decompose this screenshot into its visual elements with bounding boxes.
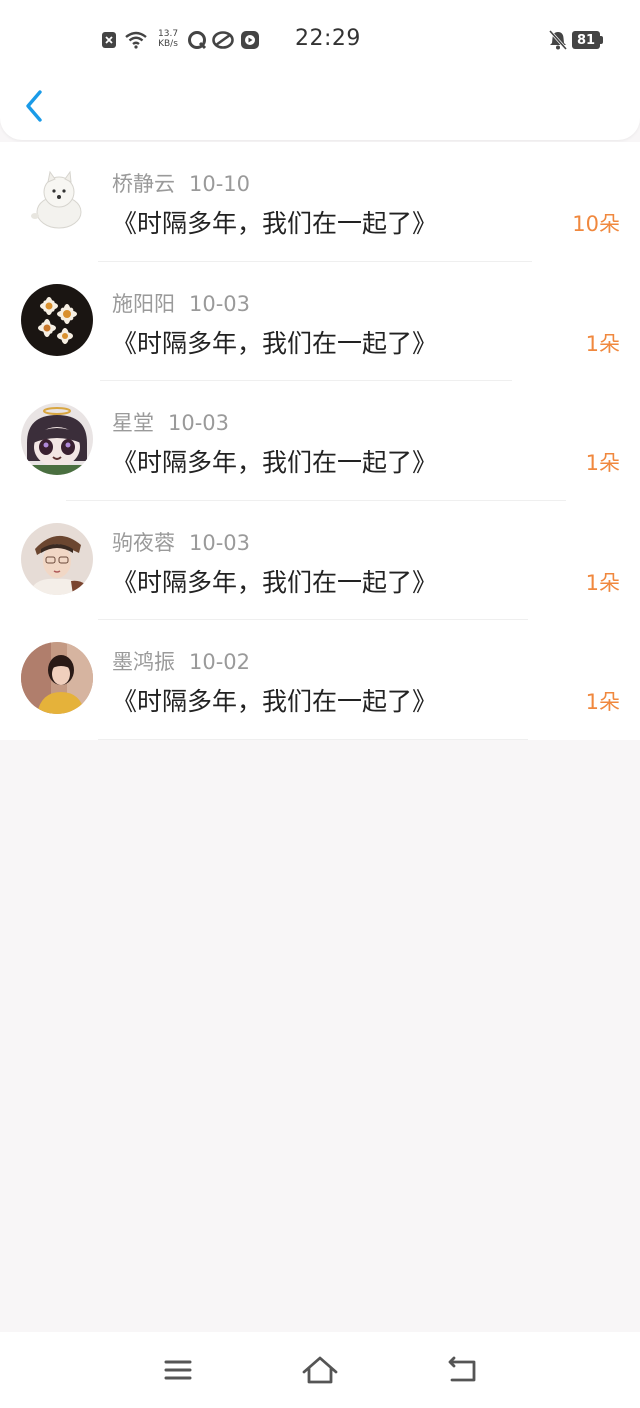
mute-bell-icon — [548, 30, 568, 50]
date: 10-10 — [189, 172, 251, 196]
flower-count: 1朵 — [585, 570, 620, 595]
menu-icon — [164, 1360, 192, 1380]
wifi-icon — [124, 30, 148, 50]
user-name: 星堂 — [112, 411, 154, 435]
home-button[interactable] — [300, 1352, 340, 1388]
clock: 22:29 — [295, 26, 361, 51]
article-title: 《时隔多年，我们在一起了》 — [112, 328, 438, 358]
flower-count: 1朵 — [585, 451, 620, 475]
date: 10-03 — [168, 411, 230, 435]
article-title: 《时隔多年，我们在一起了》 — [112, 687, 438, 716]
back-nav-button[interactable] — [442, 1352, 482, 1388]
home-icon — [302, 1356, 338, 1384]
name-line: 墨鸿振 10-02 — [112, 646, 250, 676]
flower-count: 1朵 — [585, 331, 620, 356]
gift-list: 桥静云 10-10 《时隔多年，我们在一起了》 10朵 施阳阳 10-03 《时… — [0, 142, 640, 740]
user-name: 桥静云 — [112, 172, 175, 196]
date: 10-02 — [189, 650, 251, 674]
avatar[interactable] — [21, 522, 93, 595]
avatar[interactable] — [21, 164, 93, 236]
user-name: 施阳阳 — [112, 291, 175, 316]
daisies-avatar — [21, 283, 93, 356]
net-speed: 13.7 KB/s — [158, 29, 178, 49]
name-line: 驹夜蓉 10-03 — [112, 527, 250, 557]
user-name: 墨鸿振 — [112, 650, 175, 674]
article-title: 《时隔多年，我们在一起了》 — [112, 209, 438, 238]
system-nav-bar — [0, 1332, 640, 1408]
flower-count: 1朵 — [585, 690, 620, 714]
list-item[interactable]: 墨鸿振 10-02 《时隔多年，我们在一起了》 1朵 — [0, 620, 640, 740]
net-speed-unit: KB/s — [158, 39, 178, 49]
man-portrait-avatar — [21, 522, 93, 595]
battery-indicator: 81 — [572, 31, 600, 49]
avatar[interactable] — [21, 642, 93, 714]
girl-photo-avatar — [21, 642, 93, 714]
back-icon — [448, 1356, 476, 1382]
header: 13.7 KB/s 22:29 81 — [0, 0, 640, 140]
list-item[interactable]: 施阳阳 10-03 《时隔多年，我们在一起了》 1朵 — [0, 262, 640, 381]
battery-tip — [600, 36, 603, 44]
sim-x-icon — [101, 30, 117, 50]
name-line: 星堂 10-03 — [112, 407, 229, 437]
qq-icon — [187, 30, 207, 50]
date: 10-03 — [189, 291, 251, 316]
name-line: 施阳阳 10-03 — [112, 288, 250, 318]
back-button[interactable] — [18, 86, 54, 126]
divider — [98, 738, 528, 740]
article-title: 《时隔多年，我们在一起了》 — [112, 567, 438, 597]
anime-character-avatar — [21, 403, 93, 475]
list-item[interactable]: 驹夜蓉 10-03 《时隔多年，我们在一起了》 1朵 — [0, 501, 640, 620]
net-speed-value: 13.7 — [158, 29, 179, 39]
list-item[interactable]: 星堂 10-03 《时隔多年，我们在一起了》 1朵 — [0, 381, 640, 501]
video-icon — [240, 30, 260, 50]
flower-count: 10朵 — [572, 212, 620, 236]
app-icon — [212, 30, 234, 50]
list-item[interactable]: 桥静云 10-10 《时隔多年，我们在一起了》 10朵 — [0, 142, 640, 262]
avatar[interactable] — [21, 283, 93, 356]
menu-button[interactable] — [158, 1352, 198, 1388]
user-name: 驹夜蓉 — [112, 530, 175, 555]
avatar[interactable] — [21, 403, 93, 475]
chevron-left-icon — [26, 90, 42, 122]
date: 10-03 — [189, 530, 251, 555]
status-bar: 13.7 KB/s 22:29 81 — [0, 0, 640, 80]
article-title: 《时隔多年，我们在一起了》 — [112, 448, 438, 477]
white-dog-avatar — [21, 164, 93, 236]
name-line: 桥静云 10-10 — [112, 168, 250, 198]
